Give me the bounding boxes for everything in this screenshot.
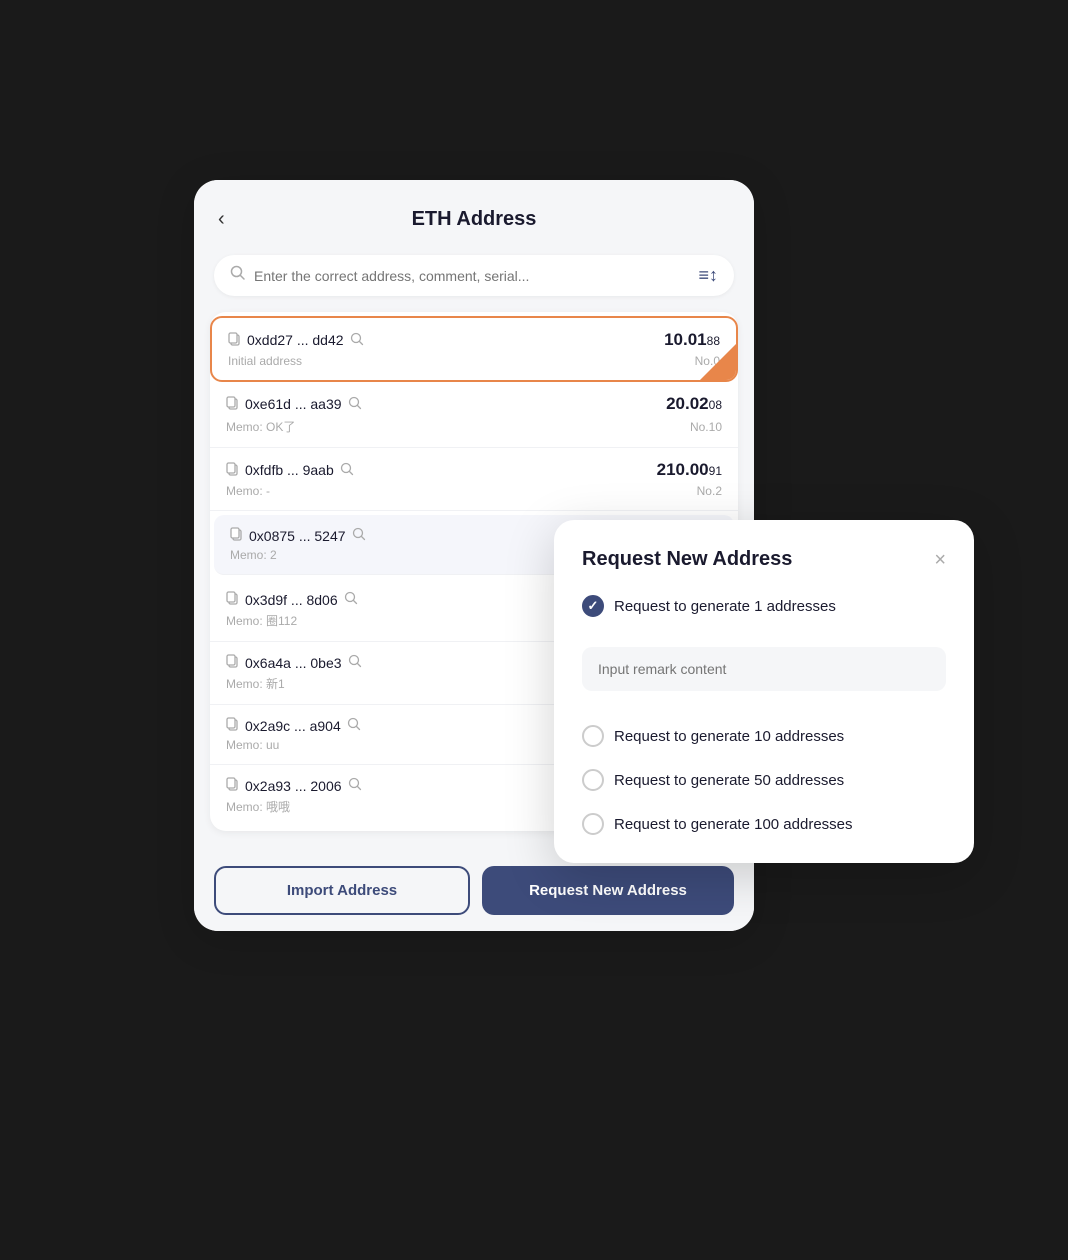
memo-4: Memo: 圈112 [226,612,297,629]
memo-1: Memo: OK了 [226,418,295,435]
copy-icon-1[interactable] [226,396,239,413]
search-addr-icon-3[interactable] [352,527,366,544]
option-50-address[interactable]: Request to generate 50 addresses [582,765,946,795]
copy-icon-6[interactable] [226,717,239,734]
address-options: Request to generate 1 addresses Request … [582,591,946,839]
copy-icon-5[interactable] [226,654,239,671]
address-item-1[interactable]: 0xe61d ... aa39 20.0208 Memo: OK了 No.10 [210,382,738,448]
modal-close-button[interactable]: × [934,550,946,570]
serial-2: No.2 [697,484,722,498]
search-bar: ≡↕ [214,255,734,296]
copy-icon-4[interactable] [226,591,239,608]
option-1-label: Request to generate 1 addresses [614,598,836,615]
search-addr-icon-1[interactable] [348,396,362,413]
option-10-label: Request to generate 10 addresses [614,728,844,745]
back-button[interactable]: ‹ [218,208,225,231]
search-icon [230,265,246,286]
memo-0: Initial address [228,354,302,368]
copy-icon-2[interactable] [226,462,239,479]
copy-icon-3[interactable] [230,527,243,544]
search-addr-icon-5[interactable] [348,654,362,671]
copy-icon-7[interactable] [226,777,239,794]
address-item-2[interactable]: 0xfdfb ... 9aab 210.0091 Memo: - No.2 [210,448,738,511]
search-addr-icon-7[interactable] [348,777,362,794]
memo-6: Memo: uu [226,738,279,752]
address-text-2: 0xfdfb ... 9aab [245,462,334,478]
option-100-address[interactable]: Request to generate 100 addresses [582,809,946,839]
option-10-address[interactable]: Request to generate 10 addresses [582,721,946,751]
radio-10 [582,725,604,747]
address-text-6: 0x2a9c ... a904 [245,718,341,734]
remark-input[interactable] [582,647,946,691]
address-text-7: 0x2a93 ... 2006 [245,778,342,794]
radio-100 [582,813,604,835]
radio-1-checked [582,595,604,617]
request-new-address-button[interactable]: Request New Address [482,866,734,915]
selected-badge-0 [700,344,736,380]
memo-5: Memo: 新1 [226,675,285,692]
option-1-address[interactable]: Request to generate 1 addresses [582,591,946,621]
balance-2: 210.0091 [657,460,722,479]
memo-2: Memo: - [226,484,270,498]
page-title: ETH Address [218,208,730,231]
modal-title: Request New Address [582,548,792,571]
address-text-4: 0x3d9f ... 8d06 [245,592,338,608]
copy-icon-0[interactable] [228,332,241,349]
search-addr-icon-0[interactable] [350,332,364,349]
address-text-0: 0xdd27 ... dd42 [247,332,344,348]
request-new-address-modal: Request New Address × Request to generat… [554,520,974,863]
address-item-0[interactable]: 0xdd27 ... dd42 10.0188 Initial address … [210,316,738,382]
search-input[interactable] [254,268,690,284]
balance-1: 20.0208 [666,394,722,413]
radio-50 [582,769,604,791]
header: ‹ ETH Address [194,180,754,247]
search-addr-icon-4[interactable] [344,591,358,608]
filter-icon[interactable]: ≡↕ [698,265,718,286]
address-text-3: 0x0875 ... 5247 [249,528,346,544]
modal-header: Request New Address × [582,548,946,571]
serial-1: No.10 [690,420,722,434]
address-text-5: 0x6a4a ... 0be3 [245,655,342,671]
import-address-button[interactable]: Import Address [214,866,470,915]
option-100-label: Request to generate 100 addresses [614,816,853,833]
address-text-1: 0xe61d ... aa39 [245,396,342,412]
search-addr-icon-2[interactable] [340,462,354,479]
memo-3: Memo: 2 [230,548,277,562]
search-addr-icon-6[interactable] [347,717,361,734]
memo-7: Memo: 哦哦 [226,798,290,815]
option-50-label: Request to generate 50 addresses [614,772,844,789]
